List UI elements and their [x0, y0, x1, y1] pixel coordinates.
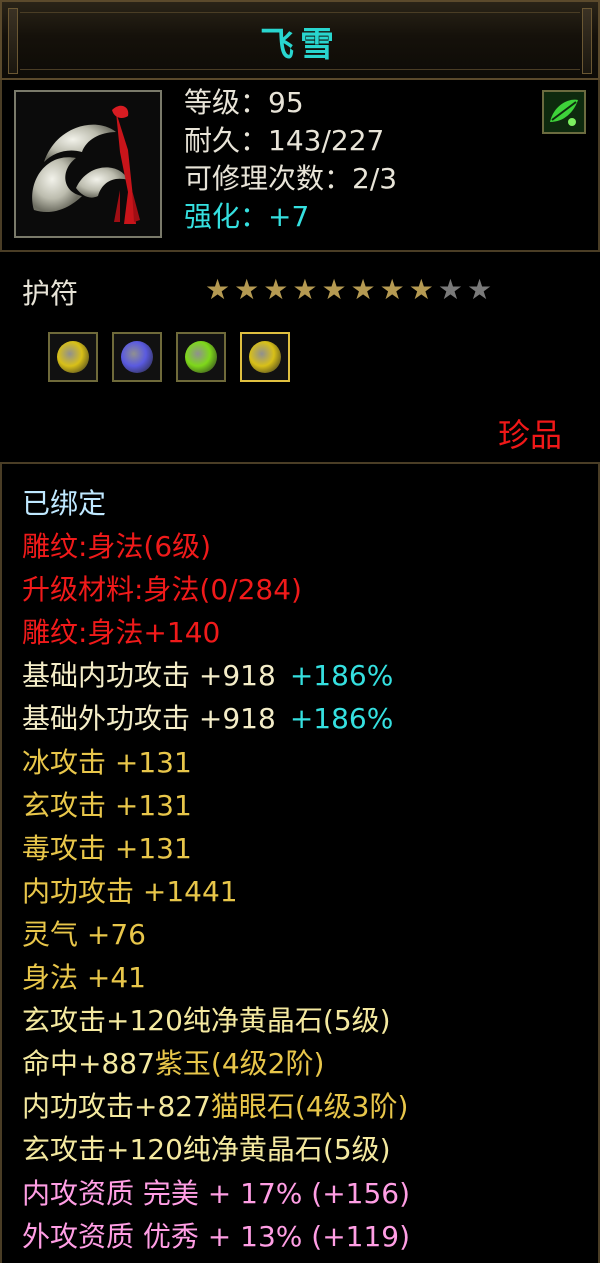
attribute-row: 冰攻击 +131 — [22, 741, 410, 784]
item-info-panel: 等级：95 耐久：143/227 可修理次数：2/3 强化：+7 — [0, 80, 600, 252]
leaf-icon — [542, 90, 586, 134]
attribute-list: 已绑定雕纹:身法(6级) 升级材料:身法(0/284) 雕纹:身法+140 基础内功攻… — [22, 482, 410, 1258]
attribute-text: 玄攻击+120纯净黄晶石(5级) — [22, 1004, 391, 1038]
attribute-text: 命中+887 — [22, 1047, 155, 1081]
star-icon: ★ — [321, 273, 347, 306]
gem-name: 紫玉(4级2阶) — [154, 1047, 325, 1081]
attribute-row: 玄攻击+120纯净黄晶石(5级) — [22, 1128, 410, 1171]
star-icon: ★ — [408, 273, 434, 306]
item-type: 护符 — [22, 277, 79, 310]
attribute-bonus: +186% — [289, 702, 394, 736]
item-info-lines: 等级：95 耐久：143/227 可修理次数：2/3 强化：+7 — [184, 84, 397, 236]
star-icon: ★ — [205, 273, 231, 306]
attribute-text: 基础内功攻击 +918 — [22, 659, 276, 693]
gem-name: 猫眼石(4级3阶) — [210, 1090, 409, 1124]
star-icon: ★ — [379, 273, 405, 306]
durability-text: 耐久：143/227 — [184, 124, 385, 157]
rarity-label: 珍品 — [497, 416, 562, 454]
star-icon: ★ — [234, 273, 260, 306]
star-icon: ★ — [292, 273, 318, 306]
attribute-row: 灵气 +76 — [22, 913, 410, 956]
attribute-bonus: +186% — [289, 659, 394, 693]
star-rating: ★ ★ ★ ★ ★ ★ ★ ★ ★ ★ — [205, 276, 492, 304]
attribute-row: 内攻资质 完美 + 17% (+156) — [22, 1172, 410, 1215]
gem-icon — [249, 341, 281, 373]
attribute-row: 内功攻击 +1441 — [22, 870, 410, 913]
attribute-text: 雕纹:身法(6级) — [22, 530, 212, 564]
attribute-text: 基础外功攻击 +918 — [22, 702, 276, 736]
attribute-text: 升级材料:身法(0/284) — [22, 573, 302, 607]
attribute-text: 玄攻击+120纯净黄晶石(5级) — [22, 1133, 391, 1167]
attribute-row: 雕纹:身法+140 — [22, 611, 410, 654]
gem-slots — [48, 332, 290, 382]
tooltip-title-bar: 飞雪 — [0, 0, 600, 80]
attribute-text: 冰攻击 +131 — [22, 745, 192, 779]
attribute-row: 毒攻击 +131 — [22, 827, 410, 870]
attribute-row: 已绑定 — [22, 482, 410, 525]
attribute-text: 灵气 +76 — [22, 917, 146, 951]
level-text: 等级：95 — [184, 86, 304, 119]
attribute-text: 内功攻击 +1441 — [22, 874, 238, 908]
attribute-row: 雕纹:身法(6级) — [22, 525, 410, 568]
item-name: 飞雪 — [260, 24, 340, 65]
attribute-row: 玄攻击+120纯净黄晶石(5级) — [22, 999, 410, 1042]
gem-icon — [185, 341, 217, 373]
attribute-text: 雕纹:身法+140 — [22, 616, 221, 650]
attribute-text: 毒攻击 +131 — [22, 831, 192, 865]
enhance-text: 强化：+7 — [184, 200, 310, 233]
attribute-text: 外攻资质 优秀 + 13% (+119) — [22, 1219, 411, 1253]
attribute-row: 外攻资质 优秀 + 13% (+119) — [22, 1215, 410, 1258]
attribute-row: 升级材料:身法(0/284) — [22, 568, 410, 611]
repair-count-text: 可修理次数：2/3 — [184, 162, 398, 195]
attribute-row: 身法 +41 — [22, 956, 410, 999]
gem-slot-4[interactable] — [240, 332, 290, 382]
star-icon: ★ — [263, 273, 289, 306]
gem-slot-1[interactable] — [48, 332, 98, 382]
attribute-text: 身法 +41 — [22, 961, 146, 995]
title-inner: 飞雪 — [20, 12, 580, 70]
attribute-row: 命中+887紫玉(4级2阶) — [22, 1042, 410, 1085]
gem-icon — [57, 341, 89, 373]
attribute-row: 基础外功攻击 +918 +186% — [22, 697, 410, 740]
gem-icon — [121, 341, 153, 373]
attribute-text: 玄攻击 +131 — [22, 788, 192, 822]
gem-slot-2[interactable] — [112, 332, 162, 382]
attributes-panel: 已绑定雕纹:身法(6级) 升级材料:身法(0/284) 雕纹:身法+140 基础内功攻… — [0, 462, 600, 1263]
star-icon: ★ — [437, 273, 463, 306]
attribute-row: 基础内功攻击 +918 +186% — [22, 654, 410, 697]
attribute-text: 已绑定 — [22, 487, 107, 520]
attribute-row: 玄攻击 +131 — [22, 784, 410, 827]
item-icon — [14, 90, 162, 238]
attribute-text: 内功攻击+827 — [22, 1090, 211, 1124]
attribute-row: 内功攻击+827猫眼石(4级3阶) — [22, 1085, 410, 1128]
star-icon: ★ — [466, 273, 493, 306]
gem-slot-3[interactable] — [176, 332, 226, 382]
star-icon: ★ — [350, 273, 376, 306]
attribute-text: 内攻资质 完美 + 17% (+156) — [22, 1176, 411, 1210]
